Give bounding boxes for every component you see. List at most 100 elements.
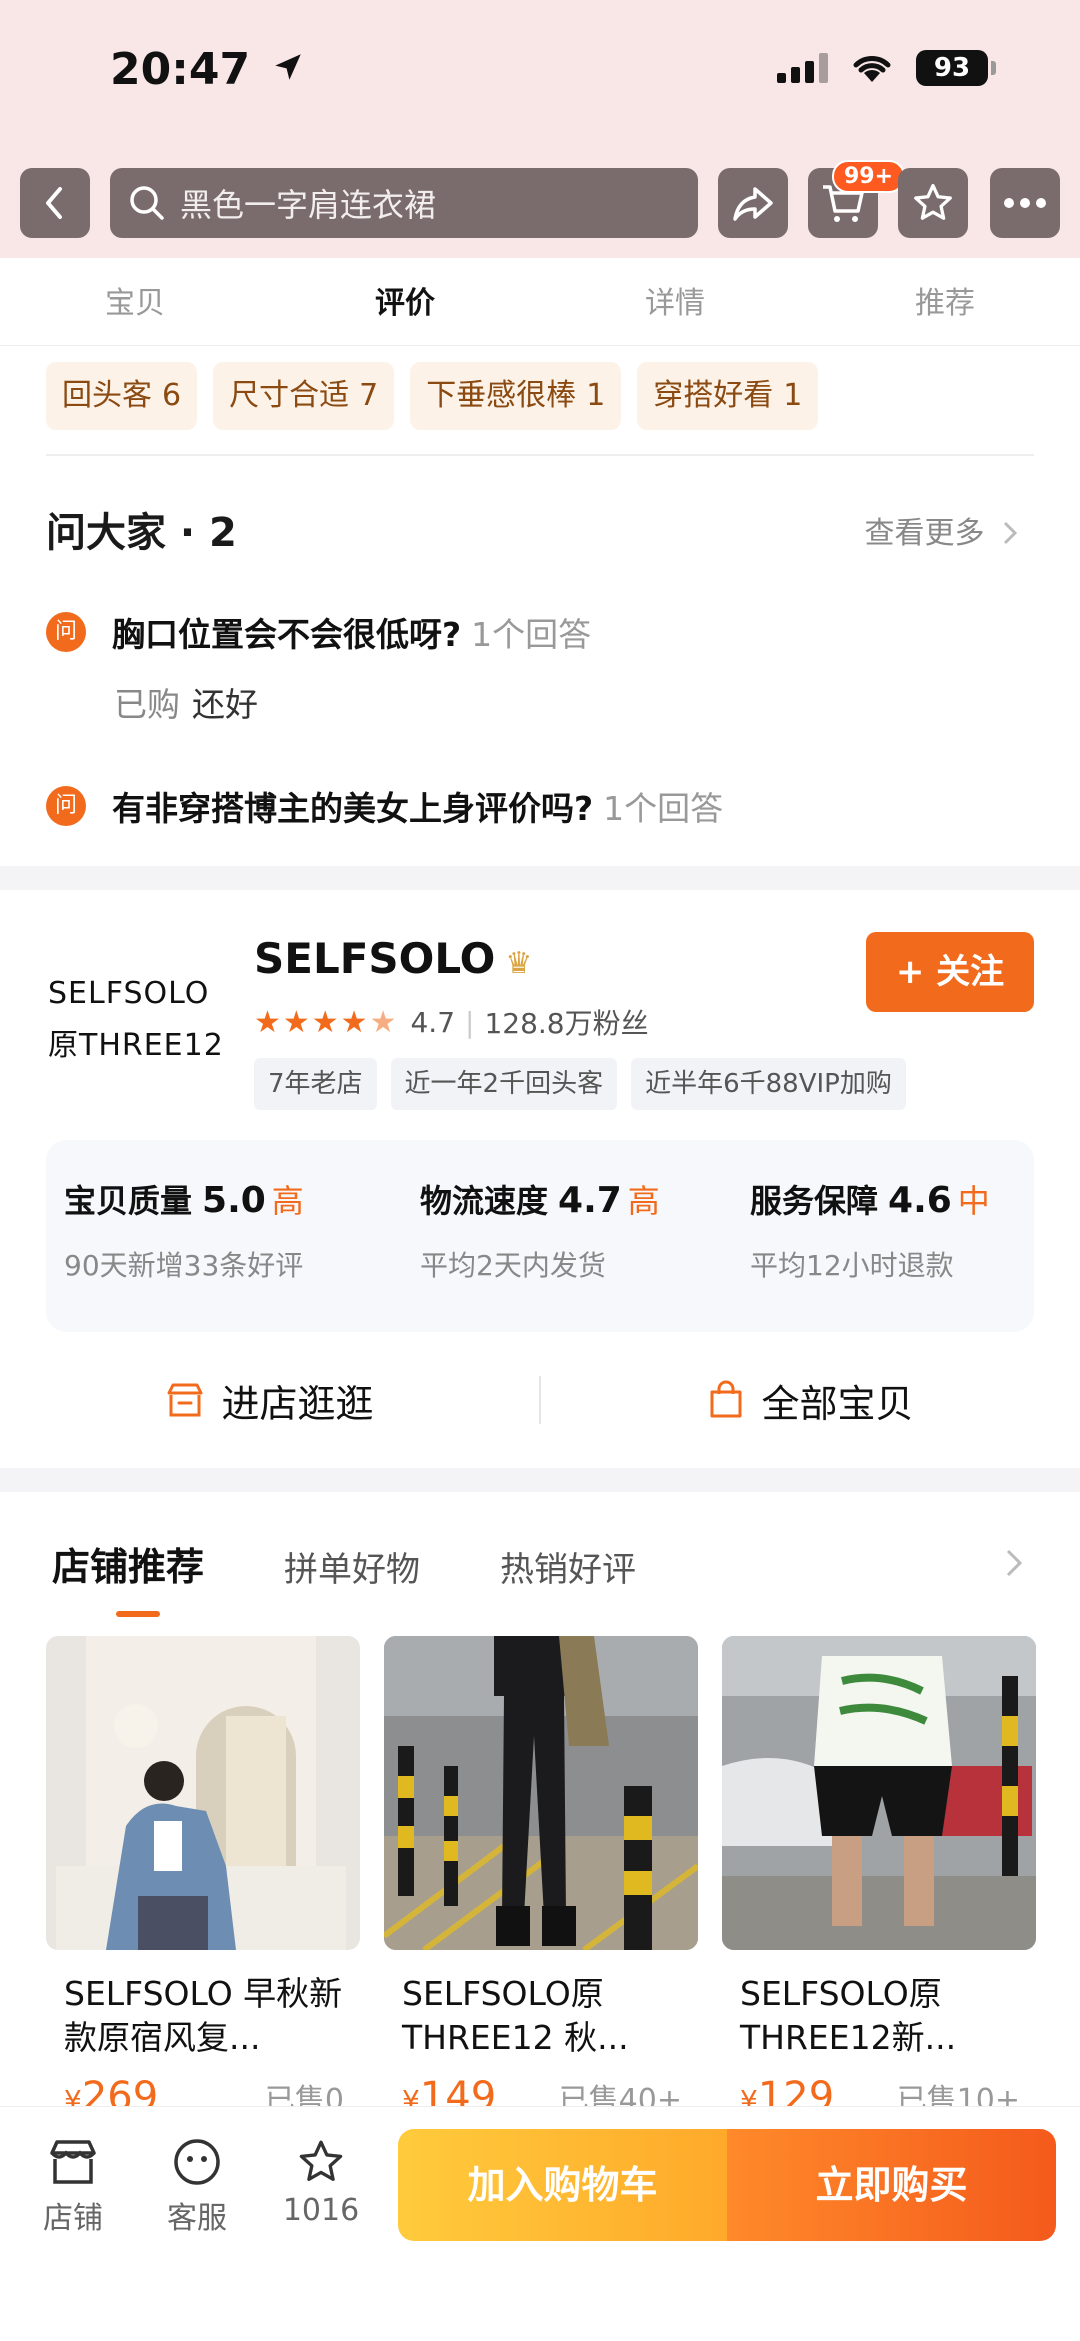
product-cards: SELFSOLO 早秋新款原宿风复... ¥269 已售0 SELFSOLO原T… xyxy=(46,1636,1036,2120)
tab-group-buy[interactable]: 拼单好物 xyxy=(284,1542,420,1591)
tab-details[interactable]: 详情 xyxy=(540,262,810,345)
tab-recommend[interactable]: 推荐 xyxy=(810,262,1080,345)
qa-answer-count: 1个回答 xyxy=(471,615,592,654)
follow-button[interactable]: + 关注 xyxy=(866,932,1034,1012)
bottom-action-bar: 店铺 客服 1016 加入购物车 立即购买 xyxy=(0,2106,1080,2341)
favorites-button[interactable]: 1016 xyxy=(266,2137,376,2228)
section-separator xyxy=(0,866,1080,890)
favorite-button[interactable] xyxy=(898,168,968,238)
cart-count-badge: 99+ xyxy=(832,160,906,193)
tag-label: 尺寸合适 xyxy=(229,378,350,413)
qa-answer-label: 已购 xyxy=(114,685,180,724)
battery-icon: 93 xyxy=(916,50,996,86)
shop-badge: 近半年6千88VIP加购 xyxy=(631,1058,906,1110)
share-icon xyxy=(733,187,773,221)
shop-actions: 进店逛逛 全部宝贝 xyxy=(0,1360,1080,1440)
section-separator xyxy=(0,1468,1080,1492)
score-level: 高 xyxy=(627,1182,660,1220)
review-tag[interactable]: 穿搭好看 1 xyxy=(637,362,819,430)
review-tag[interactable]: 回头客 6 xyxy=(46,362,198,430)
qa-more-link[interactable]: 查看更多 xyxy=(864,508,1020,552)
status-indicators: 93 xyxy=(777,50,996,86)
qa-title: 问大家 · 2 xyxy=(46,510,237,556)
store-button[interactable]: 店铺 xyxy=(18,2137,128,2237)
search-text: 黑色一字肩连衣裙 xyxy=(180,186,437,224)
shop-logo[interactable]: SELFSOLO 原THREE12 xyxy=(48,968,224,1072)
score-value: 4.7 xyxy=(558,1180,622,1221)
add-to-cart-button[interactable]: 加入购物车 xyxy=(398,2129,727,2241)
search-box[interactable]: 黑色一字肩连衣裙 xyxy=(110,168,698,238)
product-card[interactable]: SELFSOLO 早秋新款原宿风复... ¥269 已售0 xyxy=(46,1636,360,2120)
shop-badge: 近一年2千回头客 xyxy=(390,1058,618,1110)
product-page: 20:47 93 黑色一字肩连衣裙 99+ 宝贝 评价 详情 推荐 回头客 6 … xyxy=(0,0,1080,2341)
chevron-right-icon[interactable] xyxy=(1004,1548,1024,1582)
tab-reviews[interactable]: 评价 xyxy=(270,262,540,345)
tab-hot-reviews[interactable]: 热销好评 xyxy=(500,1542,636,1591)
score-logistics: 物流速度 4.7 高 平均2天内发货 xyxy=(420,1176,660,1284)
review-tags: 回头客 6 尺寸合适 7 下垂感很棒 1 穿搭好看 1 xyxy=(46,362,819,430)
qa-answer: 已购 还好 xyxy=(114,678,258,726)
review-tag[interactable]: 下垂感很棒 1 xyxy=(410,362,622,430)
tag-count: 1 xyxy=(586,378,606,413)
qa-answer-count: 1个回答 xyxy=(603,789,724,828)
star-icon xyxy=(914,183,952,220)
qa-item[interactable]: 问 胸口位置会不会很低呀? 1个回答 xyxy=(46,608,591,656)
separator: | xyxy=(465,1005,475,1039)
product-card[interactable]: SELFSOLO原THREE12 秋... ¥149 已售40+ xyxy=(384,1636,698,2120)
score-sub: 平均12小时退款 xyxy=(750,1249,954,1282)
back-button[interactable] xyxy=(20,168,90,238)
product-image xyxy=(384,1636,698,1950)
shop-logo-line: 原THREE12 xyxy=(48,1028,224,1063)
tag-label: 穿搭好看 xyxy=(653,378,774,413)
score-level: 中 xyxy=(957,1182,990,1220)
qa-item[interactable]: 问 有非穿搭博主的美女上身评价吗? 1个回答 xyxy=(46,782,723,830)
all-items-button[interactable]: 全部宝贝 xyxy=(541,1373,1080,1428)
product-image xyxy=(46,1636,360,1950)
buy-now-button[interactable]: 立即购买 xyxy=(727,2129,1056,2241)
bag-icon xyxy=(710,1380,742,1418)
shop-name[interactable]: SELFSOLO ♛ xyxy=(254,934,532,983)
shop-badge: 7年老店 xyxy=(254,1058,377,1110)
product-card[interactable]: SELFSOLO原THREE12新... ¥129 已售10+ xyxy=(722,1636,1036,2120)
location-arrow-icon xyxy=(271,44,305,95)
review-tag[interactable]: 尺寸合适 7 xyxy=(213,362,395,430)
question-badge-icon: 问 xyxy=(46,612,86,652)
shop-fans: 128.8万粉丝 xyxy=(484,1007,649,1040)
store-icon xyxy=(50,2140,96,2184)
score-value: 5.0 xyxy=(202,1180,266,1221)
section-tabs: 宝贝 评价 详情 推荐 xyxy=(0,262,1080,346)
score-service: 服务保障 4.6 中 平均12小时退款 xyxy=(750,1176,990,1284)
store-icon xyxy=(167,1383,203,1417)
divider xyxy=(46,454,1034,456)
star-icon xyxy=(299,2140,343,2181)
tab-shop-recommend[interactable]: 店铺推荐 xyxy=(52,1536,204,1617)
qa-question: 胸口位置会不会很低呀? xyxy=(112,615,462,654)
more-button[interactable] xyxy=(990,168,1060,238)
header-area: 20:47 93 黑色一字肩连衣裙 99+ xyxy=(0,0,1080,258)
product-title: SELFSOLO原THREE12新... xyxy=(740,1974,957,2057)
all-items-label: 全部宝贝 xyxy=(761,1381,914,1426)
tag-count: 1 xyxy=(783,378,803,413)
shop-name-text: SELFSOLO xyxy=(254,934,496,983)
tag-label: 回头客 xyxy=(62,378,152,413)
search-icon xyxy=(130,186,164,220)
qa-answer-text: 还好 xyxy=(192,685,258,724)
recommend-tabs: 店铺推荐 拼单好物 热销好评 xyxy=(52,1536,636,1617)
score-value: 4.6 xyxy=(888,1180,952,1221)
service-button[interactable]: 客服 xyxy=(142,2137,252,2237)
shop-rating: 4.7 xyxy=(410,1005,456,1039)
store-label: 店铺 xyxy=(43,2201,103,2236)
tag-count: 7 xyxy=(359,378,379,413)
favorites-count: 1016 xyxy=(282,2193,360,2228)
shop-scores: 宝贝质量 5.0 高 90天新增33条好评 物流速度 4.7 高 平均2天内发货 服务保… xyxy=(46,1140,1034,1332)
score-sub: 平均2天内发货 xyxy=(420,1249,606,1282)
enter-store-button[interactable]: 进店逛逛 xyxy=(0,1373,539,1428)
signal-icon xyxy=(777,53,828,83)
share-button[interactable] xyxy=(718,168,788,238)
qa-question: 有非穿搭博主的美女上身评价吗? xyxy=(112,789,594,828)
tab-baobei[interactable]: 宝贝 xyxy=(0,262,270,345)
tag-label: 下垂感很棒 xyxy=(426,378,577,413)
score-label: 宝贝质量 xyxy=(64,1182,193,1220)
product-title: SELFSOLO原THREE12 秋... xyxy=(402,1974,629,2057)
shop-logo-line: SELFSOLO xyxy=(48,976,210,1011)
